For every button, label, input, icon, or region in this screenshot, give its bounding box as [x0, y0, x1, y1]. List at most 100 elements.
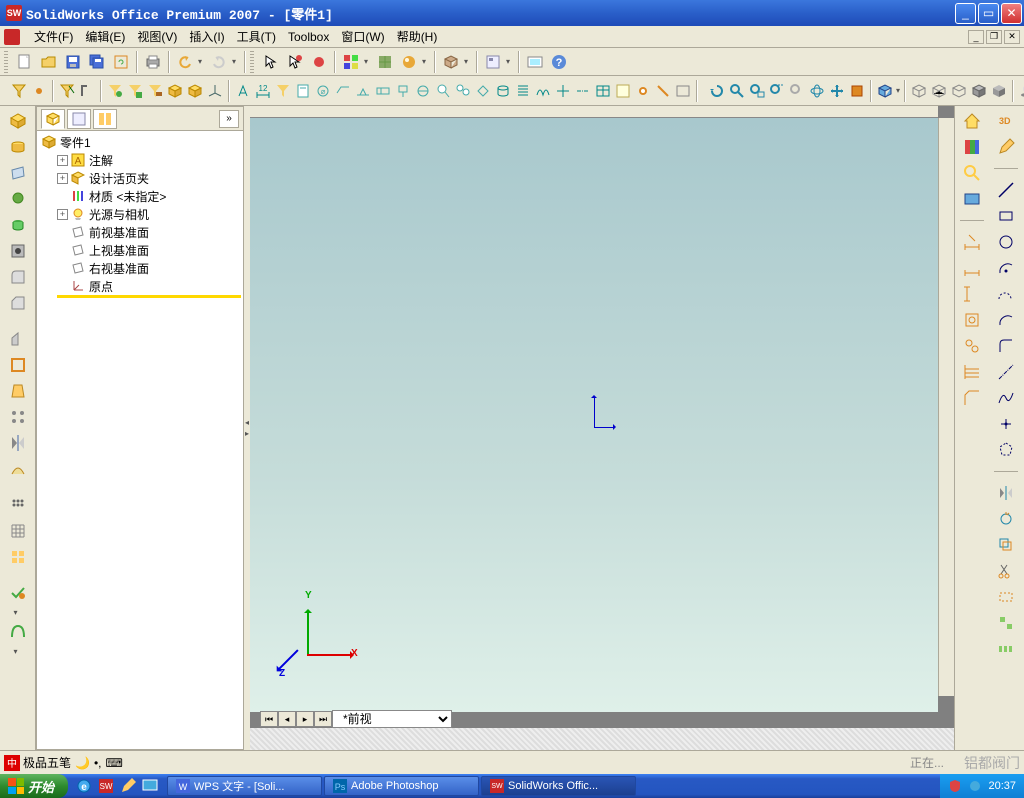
minimize-button[interactable]: _	[955, 3, 976, 24]
view-filter3-icon[interactable]	[146, 80, 164, 102]
filter-icon[interactable]	[10, 80, 28, 102]
fm-tab-config[interactable]	[93, 109, 117, 129]
app-menu-icon[interactable]	[4, 29, 20, 45]
task-solidworks[interactable]: SW SolidWorks Offic...	[481, 776, 636, 796]
feature-plane-icon[interactable]	[6, 162, 30, 184]
start-button[interactable]: 开始	[0, 774, 68, 798]
ime-punct-icon[interactable]: •,	[94, 756, 102, 770]
sketch-spline-icon[interactable]	[994, 387, 1018, 409]
shaded-icon[interactable]	[990, 80, 1008, 102]
open-icon[interactable]	[38, 51, 60, 73]
sketch-point-icon[interactable]	[994, 413, 1018, 435]
tool-rev-icon[interactable]	[474, 80, 492, 102]
sketch-arc-tangent-icon[interactable]	[994, 283, 1018, 305]
toolbar-grip2[interactable]	[250, 51, 254, 73]
tool-datum-icon[interactable]	[394, 80, 412, 102]
undo-icon[interactable]	[174, 51, 196, 73]
tree-front-plane[interactable]: 前视基准面	[39, 223, 241, 241]
zoom-area-icon[interactable]	[748, 80, 766, 102]
view-filter1-icon[interactable]	[106, 80, 124, 102]
shaded-edge-icon[interactable]	[970, 80, 988, 102]
view-axo-icon[interactable]	[206, 80, 224, 102]
rotate-icon[interactable]	[808, 80, 826, 102]
help-icon[interactable]: ?	[548, 51, 570, 73]
new-icon[interactable]	[14, 51, 36, 73]
tool-cl-icon[interactable]	[574, 80, 592, 102]
task-home-icon[interactable]	[960, 110, 984, 132]
tool-area-icon[interactable]	[534, 80, 552, 102]
tree-annotations[interactable]: + A 注解	[39, 151, 241, 169]
feature-shell-icon[interactable]	[6, 354, 30, 376]
tool-a-icon[interactable]	[234, 80, 252, 102]
mdi-minimize[interactable]: _	[968, 30, 984, 44]
dim-horiz-icon[interactable]	[960, 257, 984, 279]
sketch-icon[interactable]	[308, 51, 330, 73]
view-prev-icon[interactable]	[708, 80, 726, 102]
tool-gtol-icon[interactable]	[374, 80, 392, 102]
saveall-icon[interactable]	[86, 51, 108, 73]
feature-rib-icon[interactable]	[6, 328, 30, 350]
tree-root[interactable]: 零件1	[39, 133, 241, 151]
options-icon[interactable]	[482, 51, 504, 73]
menu-toolbox[interactable]: Toolbox	[282, 28, 335, 46]
tool-target-icon[interactable]	[414, 80, 432, 102]
view-tab-last[interactable]: ⏭	[314, 711, 332, 727]
sketch-3d-icon[interactable]: 3D	[994, 110, 1018, 132]
toolbar-grip[interactable]	[4, 51, 8, 73]
screencap-icon[interactable]	[524, 51, 546, 73]
tray-shield-icon[interactable]	[948, 779, 962, 793]
tool-balloon2-icon[interactable]	[454, 80, 472, 102]
ql-ie-icon[interactable]: e	[74, 776, 94, 796]
tree-right-plane[interactable]: 右视基准面	[39, 259, 241, 277]
rebuild-icon[interactable]	[440, 51, 462, 73]
feature-grid2-icon[interactable]	[6, 546, 30, 568]
sketch-centerline-icon[interactable]	[994, 361, 1018, 383]
cube-icon[interactable]	[166, 80, 184, 102]
feature-draft-icon[interactable]	[6, 380, 30, 402]
sketch-arc-3pt-icon[interactable]	[994, 309, 1018, 331]
dim-ord-icon[interactable]	[960, 361, 984, 383]
sketch-construct-icon[interactable]	[994, 586, 1018, 608]
feature-extrude-icon[interactable]	[6, 110, 30, 132]
feature-cut2-icon[interactable]	[6, 214, 30, 236]
reload-icon[interactable]	[110, 51, 132, 73]
feature-curve-icon[interactable]	[6, 621, 30, 643]
sketch-fillet-icon[interactable]	[994, 335, 1018, 357]
close-button[interactable]: ✕	[1001, 3, 1022, 24]
feature-tree[interactable]: 零件1 + A 注解 + 设计活页夹 材质 <未指定> + 光源与相机	[37, 131, 243, 749]
feature-grid-icon[interactable]	[6, 520, 30, 542]
sketch-line-icon[interactable]	[994, 179, 1018, 201]
fm-tab-tree[interactable]	[41, 109, 65, 129]
view-tab-next[interactable]: ▸	[296, 711, 314, 727]
tool-note-icon[interactable]	[294, 80, 312, 102]
sketch-move-icon[interactable]	[994, 612, 1018, 634]
tool-symbol-icon[interactable]: ⌀	[314, 80, 332, 102]
material-dropdown[interactable]: ▾	[422, 57, 430, 66]
triad[interactable]: Y X Z	[275, 596, 345, 666]
color-icon[interactable]	[340, 51, 362, 73]
sketch-linear-pat-icon[interactable]	[994, 638, 1018, 660]
feature-sweep-icon[interactable]	[6, 458, 30, 480]
view-filter2-icon[interactable]	[126, 80, 144, 102]
hidden-icon[interactable]	[930, 80, 948, 102]
tool-gear-icon[interactable]	[634, 80, 652, 102]
task-search-icon[interactable]	[960, 162, 984, 184]
tree-rollback-bar[interactable]	[57, 295, 241, 298]
tool-table-icon[interactable]	[594, 80, 612, 102]
color-dropdown[interactable]: ▾	[364, 57, 372, 66]
fm-expand[interactable]: »	[219, 110, 239, 128]
tool-filter-y-icon[interactable]	[274, 80, 292, 102]
sketch-arc-center-icon[interactable]	[994, 257, 1018, 279]
sketch-circle-icon[interactable]	[994, 231, 1018, 253]
texture-icon[interactable]	[374, 51, 396, 73]
pan-icon[interactable]	[828, 80, 846, 102]
viewport[interactable]: Y X Z	[250, 118, 938, 712]
feature-hole-icon[interactable]	[6, 240, 30, 262]
tool-wire-icon[interactable]	[674, 80, 692, 102]
wireframe-icon[interactable]	[910, 80, 928, 102]
dim-base-icon[interactable]	[960, 309, 984, 331]
view-tab-first[interactable]: ⏮	[260, 711, 278, 727]
view-tab-prev[interactable]: ◂	[278, 711, 296, 727]
mdi-restore[interactable]: ❐	[986, 30, 1002, 44]
select-icon[interactable]	[260, 51, 282, 73]
